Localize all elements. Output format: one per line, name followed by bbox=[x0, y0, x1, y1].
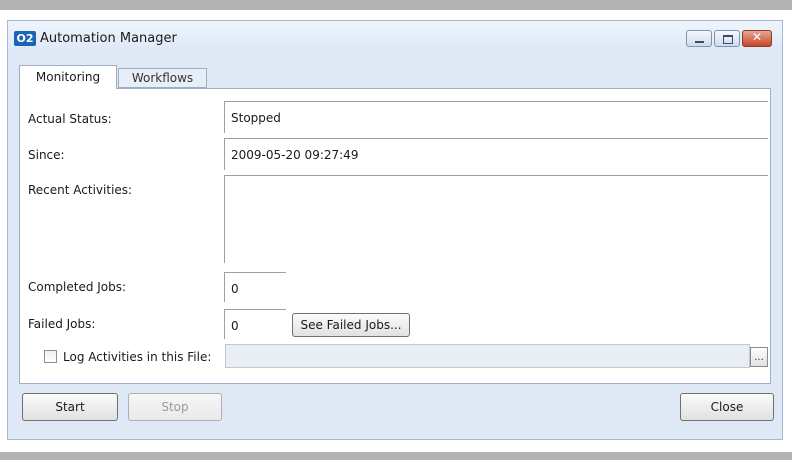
screenshot-bottom-border bbox=[0, 452, 792, 460]
app-logo-icon: O2 bbox=[14, 31, 36, 46]
failed-jobs-value: 0 bbox=[231, 319, 239, 333]
maximize-button[interactable] bbox=[714, 30, 740, 47]
recent-activities-label: Recent Activities: bbox=[28, 183, 133, 197]
maximize-icon bbox=[723, 35, 733, 44]
since-label: Since: bbox=[28, 148, 65, 162]
recent-activities-field[interactable] bbox=[224, 175, 768, 263]
actual-status-value: Stopped bbox=[231, 111, 281, 125]
completed-jobs-field: 0 bbox=[224, 272, 286, 302]
close-button[interactable]: Close bbox=[680, 393, 774, 421]
title-bar[interactable]: O2 Automation Manager ✕ bbox=[8, 21, 782, 55]
window-title: Automation Manager bbox=[40, 31, 177, 46]
log-activities-checkbox[interactable] bbox=[44, 350, 57, 363]
close-icon: ✕ bbox=[751, 30, 763, 44]
minimize-icon bbox=[695, 41, 704, 43]
failed-jobs-field: 0 bbox=[224, 309, 286, 339]
completed-jobs-value: 0 bbox=[231, 282, 239, 296]
log-activities-label: Log Activities in this File: bbox=[63, 350, 212, 364]
since-field: 2009-05-20 09:27:49 bbox=[224, 138, 768, 170]
tab-workflows[interactable]: Workflows bbox=[118, 68, 207, 88]
actual-status-label: Actual Status: bbox=[28, 112, 112, 126]
failed-jobs-label: Failed Jobs: bbox=[28, 317, 96, 331]
automation-manager-window: O2 Automation Manager ✕ Monitoring Workf… bbox=[7, 20, 783, 440]
window-close-button[interactable]: ✕ bbox=[742, 30, 772, 47]
see-failed-jobs-button[interactable]: See Failed Jobs... bbox=[292, 313, 410, 337]
completed-jobs-label: Completed Jobs: bbox=[28, 280, 127, 294]
log-file-path-input[interactable] bbox=[225, 344, 750, 368]
since-value: 2009-05-20 09:27:49 bbox=[231, 148, 359, 162]
stop-button[interactable]: Stop bbox=[128, 393, 222, 421]
tab-monitoring[interactable]: Monitoring bbox=[19, 65, 117, 89]
start-button[interactable]: Start bbox=[22, 393, 118, 421]
screenshot-top-border bbox=[0, 0, 792, 10]
minimize-button[interactable] bbox=[686, 30, 712, 47]
actual-status-field: Stopped bbox=[224, 101, 768, 133]
browse-file-button[interactable]: ... bbox=[750, 347, 768, 367]
